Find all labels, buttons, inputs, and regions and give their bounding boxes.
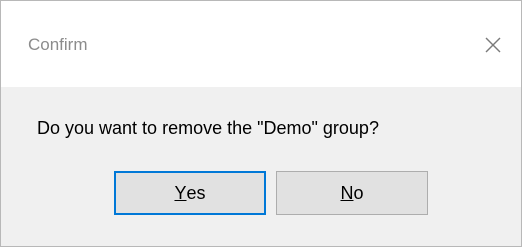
yes-button-mnemonic: Y bbox=[174, 182, 187, 203]
no-button-label-rest: o bbox=[353, 182, 364, 203]
dialog-titlebar: Confirm bbox=[1, 1, 521, 87]
dialog-title: Confirm bbox=[28, 35, 88, 54]
dialog-message: Do you want to remove the "Demo" group? bbox=[37, 118, 379, 138]
no-button-mnemonic: N bbox=[340, 182, 354, 203]
yes-button[interactable]: Yes bbox=[114, 171, 266, 215]
yes-button-label-rest: es bbox=[186, 182, 206, 203]
no-button[interactable]: No bbox=[276, 171, 428, 215]
confirm-dialog: Confirm Do you want to remove the "Demo"… bbox=[0, 0, 522, 247]
close-icon[interactable] bbox=[481, 33, 505, 57]
